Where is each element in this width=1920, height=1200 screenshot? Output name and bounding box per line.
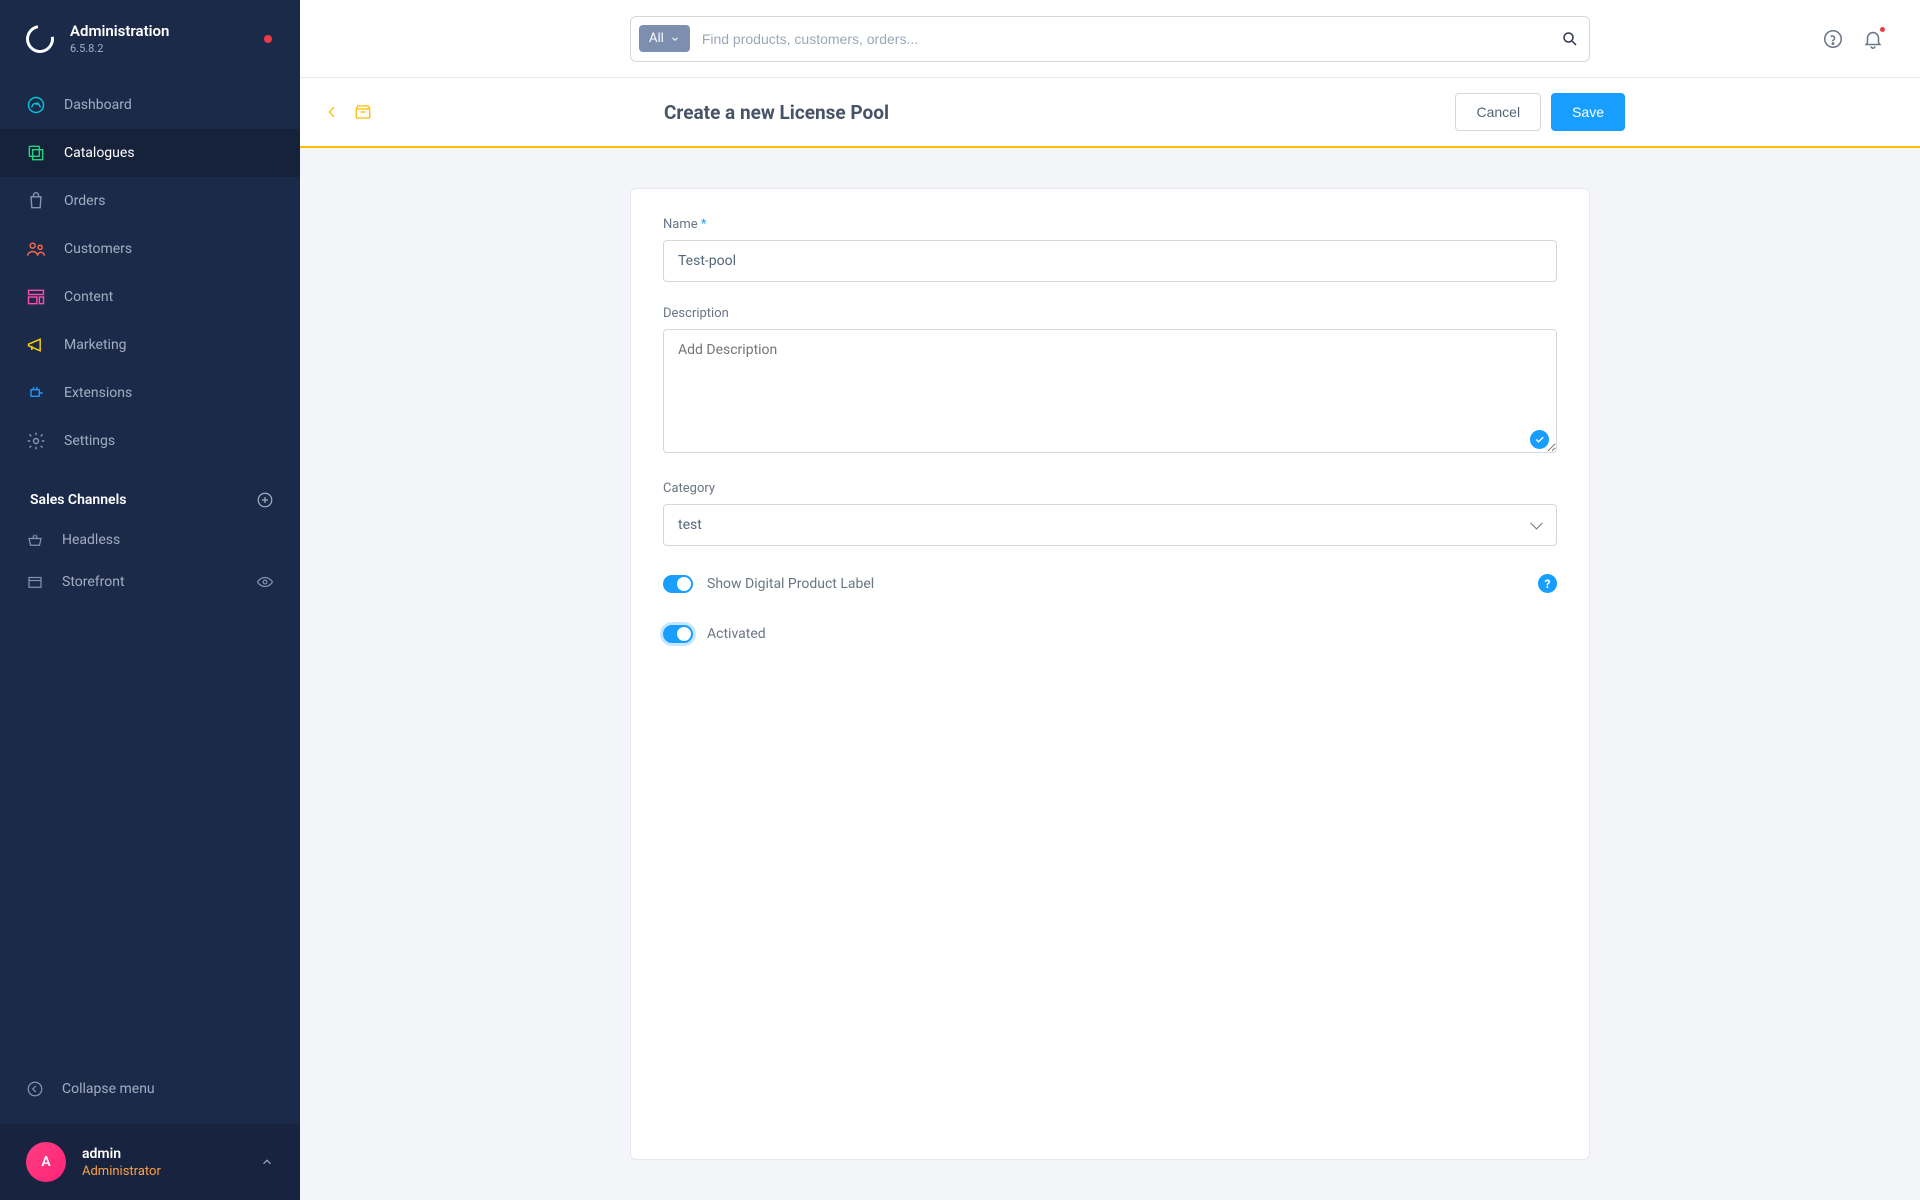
nav-item-settings[interactable]: Settings (0, 417, 300, 465)
nav-item-catalogues[interactable]: Catalogues (0, 129, 300, 177)
section-title: Sales Channels (30, 492, 126, 508)
nav-item-customers[interactable]: Customers (0, 225, 300, 273)
page-title: Create a new License Pool (664, 101, 889, 124)
search-icon[interactable] (1561, 30, 1579, 48)
collapse-menu-button[interactable]: Collapse menu (0, 1066, 300, 1124)
name-input[interactable] (663, 240, 1557, 282)
box-icon (26, 143, 46, 163)
app-title: Administration (70, 22, 264, 40)
notifications-button[interactable] (1862, 28, 1884, 50)
sales-channels-header: Sales Channels (0, 465, 300, 519)
header-notification-dot (264, 35, 272, 43)
app-version: 6.5.8.2 (70, 42, 264, 55)
chevron-left-circle-icon (26, 1080, 44, 1098)
sidebar: Administration 6.5.8.2 Dashboard Catalog… (0, 0, 300, 1200)
nav-item-content[interactable]: Content (0, 273, 300, 321)
nav-item-marketing[interactable]: Marketing (0, 321, 300, 369)
cancel-button[interactable]: Cancel (1455, 93, 1541, 131)
required-indicator: * (701, 217, 707, 232)
digital-label-help[interactable]: ? (1538, 574, 1557, 593)
topbar-actions (1822, 0, 1884, 77)
page-header: Create a new License Pool Cancel Save (300, 78, 1920, 146)
nav-item-dashboard[interactable]: Dashboard (0, 81, 300, 129)
chevron-down-icon (670, 34, 680, 44)
category-label: Category (663, 481, 1557, 496)
activated-toggle-row: Activated (663, 625, 1557, 643)
save-button[interactable]: Save (1551, 93, 1625, 131)
nav-label: Customers (64, 241, 132, 257)
users-icon (26, 239, 46, 259)
nav-item-extensions[interactable]: Extensions (0, 369, 300, 417)
activated-label-text: Activated (707, 626, 766, 642)
digital-label-toggle-row: Show Digital Product Label ? (663, 574, 1557, 593)
channel-label: Storefront (62, 574, 125, 590)
nav-label: Orders (64, 193, 106, 209)
form-card: Name * Description Category te (630, 188, 1590, 1160)
gauge-icon (26, 95, 46, 115)
eye-icon[interactable] (256, 573, 274, 591)
help-icon[interactable] (1822, 28, 1844, 50)
nav-label: Catalogues (64, 145, 135, 161)
bag-icon (26, 191, 46, 211)
content-area: Name * Description Category te (300, 148, 1920, 1200)
digital-label-toggle[interactable] (663, 575, 693, 593)
channel-label: Headless (62, 532, 120, 548)
nav-label: Dashboard (64, 97, 132, 113)
add-channel-button[interactable] (256, 491, 274, 509)
layout-icon (26, 287, 46, 307)
notification-dot (1878, 25, 1887, 34)
nav-label: Extensions (64, 385, 132, 401)
sidebar-header: Administration 6.5.8.2 (0, 0, 300, 73)
nav-label: Marketing (64, 337, 127, 353)
nav-item-orders[interactable]: Orders (0, 177, 300, 225)
check-circle-icon (1530, 430, 1549, 449)
search-input[interactable] (690, 31, 1561, 47)
plus-circle-icon (256, 491, 274, 509)
nav-list: Dashboard Catalogues Orders Customers Co… (0, 81, 300, 465)
gear-icon (26, 431, 46, 451)
avatar: A (26, 1142, 66, 1182)
app-logo-icon (21, 19, 60, 58)
name-label-text: Name (663, 217, 698, 232)
channel-item-storefront[interactable]: Storefront (0, 561, 300, 603)
search-scope-dropdown[interactable]: All (639, 25, 690, 52)
basket-icon (26, 531, 44, 549)
nav-label: Content (64, 289, 113, 305)
user-role: Administrator (82, 1164, 161, 1179)
topbar: All (300, 0, 1920, 78)
activated-toggle[interactable] (663, 625, 693, 643)
description-textarea[interactable] (663, 329, 1557, 453)
global-search[interactable]: All (630, 16, 1590, 62)
description-label: Description (663, 306, 1557, 321)
main: All (300, 0, 1920, 1200)
chevron-left-icon (324, 104, 340, 120)
megaphone-icon (26, 335, 46, 355)
archive-icon (354, 103, 372, 121)
search-scope-label: All (649, 31, 664, 46)
digital-label-text: Show Digital Product Label (707, 576, 874, 592)
collapse-label: Collapse menu (62, 1081, 155, 1097)
category-select[interactable]: test (663, 504, 1557, 546)
storefront-icon (26, 573, 44, 591)
plug-icon (26, 383, 46, 403)
chevron-up-icon (260, 1155, 274, 1169)
user-menu[interactable]: A admin Administrator (0, 1124, 300, 1200)
channel-item-headless[interactable]: Headless (0, 519, 300, 561)
user-name: admin (82, 1146, 161, 1162)
name-label: Name * (663, 217, 1557, 232)
nav-label: Settings (64, 433, 115, 449)
back-button[interactable] (324, 104, 340, 120)
